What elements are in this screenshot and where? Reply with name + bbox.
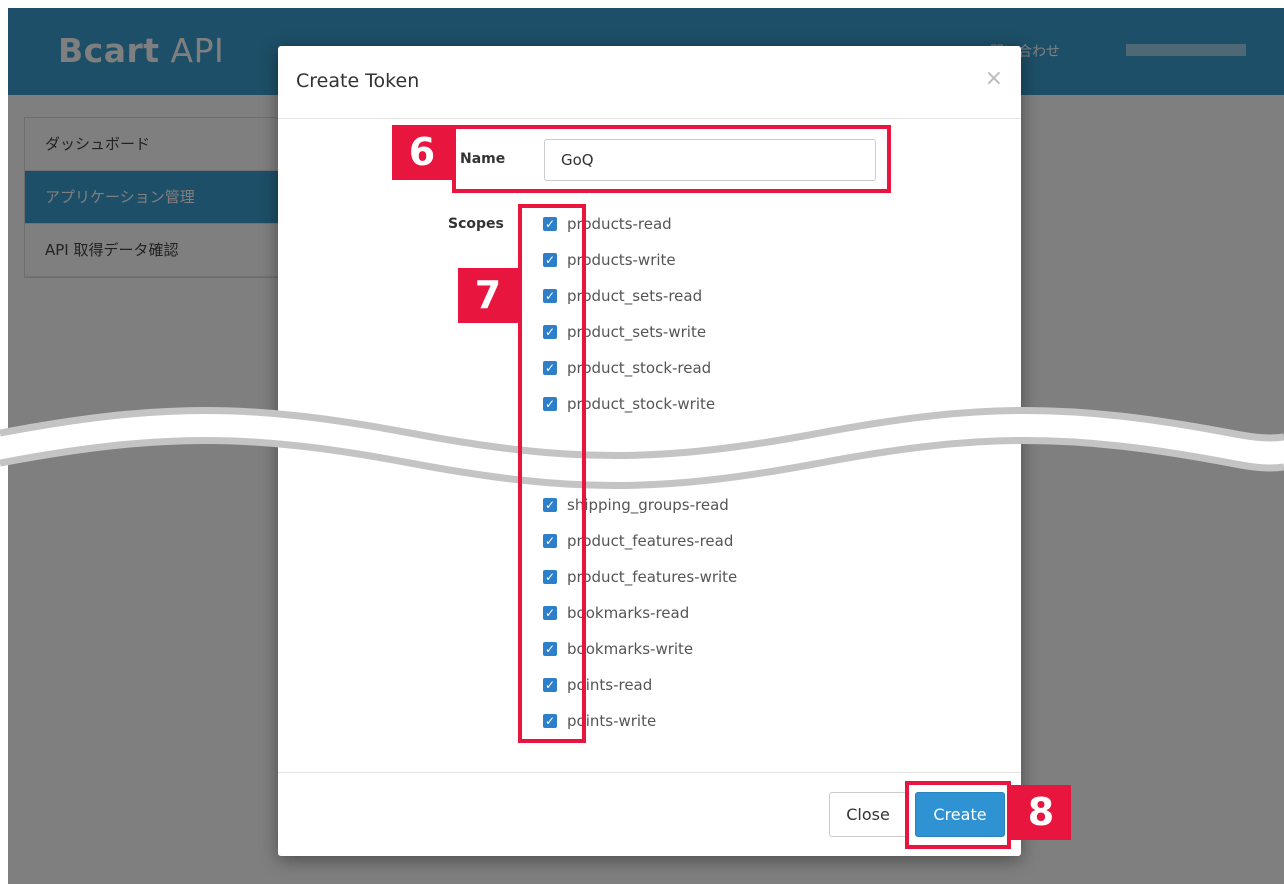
scopes-label: Scopes bbox=[448, 216, 504, 232]
annotation-number-8: 8 bbox=[1011, 785, 1071, 840]
scope-label: shipping_groups-read bbox=[567, 496, 729, 514]
scope-label: product_features-read bbox=[567, 532, 734, 550]
scope-label: product_sets-read bbox=[567, 287, 703, 305]
scope-label: product_features-write bbox=[567, 568, 738, 586]
wave-break-divider bbox=[0, 407, 1284, 489]
modal-header: Create Token × bbox=[278, 46, 1021, 119]
annotation-box-create bbox=[905, 781, 1011, 849]
modal-title: Create Token bbox=[296, 70, 420, 92]
close-button[interactable]: Close bbox=[829, 792, 907, 837]
scope-label: product_sets-write bbox=[567, 323, 707, 341]
annotation-box-scopes bbox=[518, 204, 586, 743]
annotation-box-name bbox=[452, 125, 891, 193]
annotation-number-6: 6 bbox=[392, 125, 452, 180]
scope-label: product_stock-read bbox=[567, 359, 712, 377]
annotation-number-7: 7 bbox=[458, 268, 518, 323]
close-icon[interactable]: × bbox=[985, 66, 1003, 91]
